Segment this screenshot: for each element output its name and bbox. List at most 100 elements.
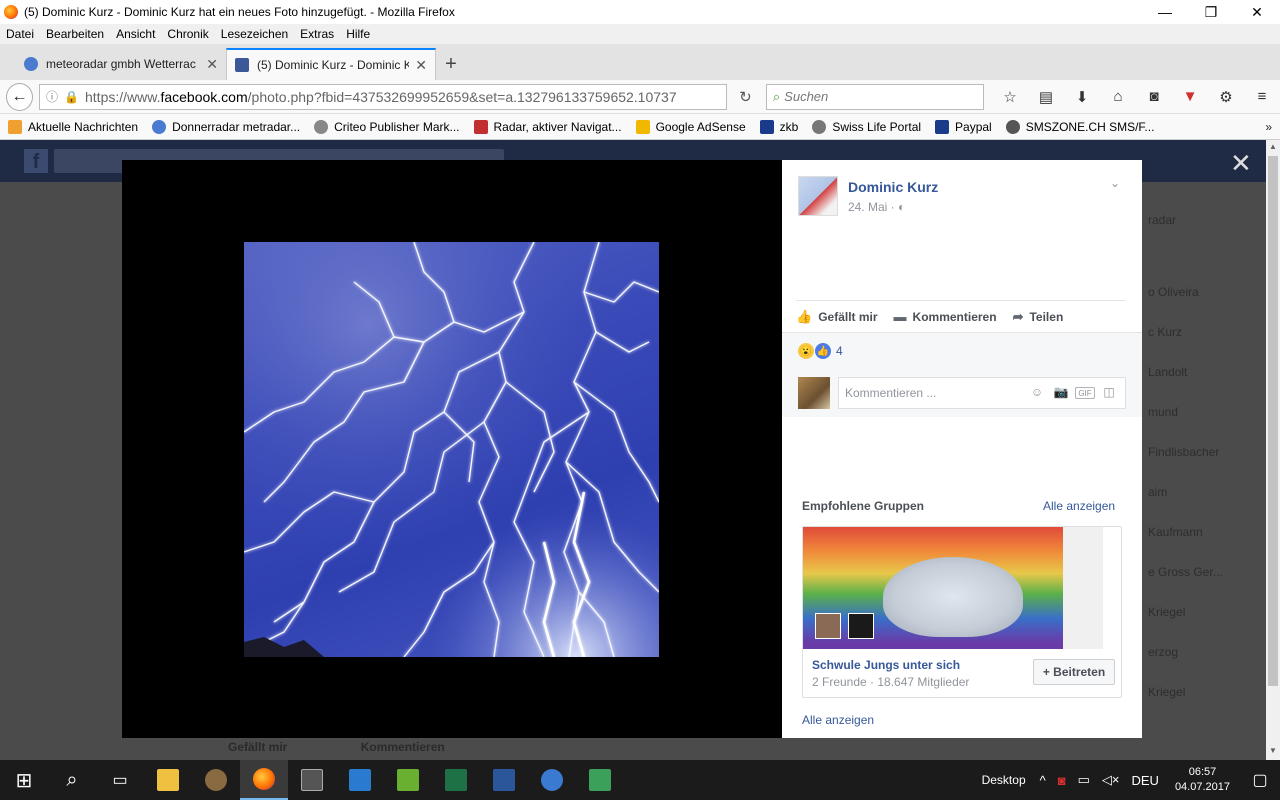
scroll-up-icon[interactable]: ▲ xyxy=(1266,140,1280,154)
bookmark-item[interactable]: zkb xyxy=(759,119,798,134)
menu-extras[interactable]: Extras xyxy=(300,27,334,41)
firefox-taskbar-icon[interactable] xyxy=(240,760,288,800)
maximize-button[interactable]: ❐ xyxy=(1188,0,1234,24)
clock[interactable]: 06:57 04.07.2017 xyxy=(1175,765,1230,795)
comment-input[interactable]: Kommentieren ... ☺ 📷 GIF ◫ xyxy=(838,377,1126,409)
post-options-chevron-icon[interactable]: ⌄ xyxy=(1110,176,1120,190)
reaction-count[interactable]: 4 xyxy=(836,344,843,358)
menu-datei[interactable]: Datei xyxy=(6,27,34,41)
chat-contact[interactable]: c Kurz xyxy=(1142,312,1266,352)
bookmark-item[interactable]: Criteo Publisher Mark... xyxy=(314,119,460,134)
scrollbar-thumb[interactable] xyxy=(1268,156,1278,686)
minimize-button[interactable]: — xyxy=(1142,0,1188,24)
tab-close-icon[interactable]: ✕ xyxy=(415,57,427,74)
download-icon[interactable]: ⬇ xyxy=(1064,84,1100,110)
close-window-button[interactable]: ✕ xyxy=(1234,0,1280,24)
shield-icon[interactable]: ▼ xyxy=(1172,84,1208,110)
excel-icon[interactable] xyxy=(432,760,480,800)
tab-facebook[interactable]: (5) Dominic Kurz - Dominic K ✕ xyxy=(226,48,436,80)
reading-list-icon[interactable]: ▤ xyxy=(1028,84,1064,110)
camera-icon[interactable]: 📷 xyxy=(1051,385,1071,401)
home-icon[interactable]: ⌂ xyxy=(1100,84,1136,110)
bookmark-item[interactable]: Donnerradar metradar... xyxy=(152,119,300,134)
chat-contact[interactable]: Kaufmann xyxy=(1142,512,1266,552)
bookmark-star-icon[interactable]: ☆ xyxy=(992,84,1028,110)
facebook-logo-icon[interactable]: f xyxy=(24,149,48,173)
search-taskbar-icon[interactable]: ⌕ xyxy=(48,760,96,800)
chat-contact[interactable]: aim xyxy=(1142,472,1266,512)
reaction-summary[interactable]: 😮 👍 4 xyxy=(798,343,843,359)
url-bar[interactable]: ⓘ 🔒 https://www.facebook.com/photo.php?f… xyxy=(39,83,727,110)
extension-icon[interactable]: ⚙ xyxy=(1208,84,1244,110)
group-name[interactable]: Schwule Jungs unter sich xyxy=(812,658,960,672)
chat-contact[interactable]: radar xyxy=(1142,200,1266,240)
hamburger-menu-icon[interactable]: ≡ xyxy=(1244,84,1280,110)
sticker-icon[interactable]: ◫ xyxy=(1099,385,1119,401)
acrobat-tray-icon[interactable]: ◙ xyxy=(1058,773,1066,788)
gif-icon[interactable]: GIF xyxy=(1075,387,1095,399)
app-icon[interactable] xyxy=(384,760,432,800)
author-avatar[interactable] xyxy=(798,176,838,216)
app-icon[interactable] xyxy=(336,760,384,800)
scroll-down-icon[interactable]: ▼ xyxy=(1266,744,1280,758)
tab-meteoradar[interactable]: meteoradar gmbh Wetterrac ✕ xyxy=(16,48,226,80)
notification-center-icon[interactable]: ▢ xyxy=(1240,770,1280,790)
word-icon[interactable] xyxy=(480,760,528,800)
chat-contact[interactable]: Kriegel xyxy=(1142,592,1266,632)
lightning-photo[interactable] xyxy=(244,242,659,657)
chat-contact[interactable]: o Oliveira xyxy=(1142,272,1266,312)
start-button[interactable]: ⊞ xyxy=(0,760,48,800)
bookmarks-more-icon[interactable]: » xyxy=(1265,120,1272,134)
chat-contact[interactable]: Findlisbacher xyxy=(1142,432,1266,472)
task-view-icon[interactable]: ▭ xyxy=(96,760,144,800)
network-icon[interactable]: ▭ xyxy=(1078,772,1090,788)
volume-icon[interactable]: ◁× xyxy=(1102,772,1120,788)
tray-overflow-icon[interactable]: ^ xyxy=(1040,773,1046,788)
reload-button[interactable]: ↻ xyxy=(731,84,760,110)
menu-chronik[interactable]: Chronik xyxy=(167,27,208,41)
app-icon[interactable] xyxy=(528,760,576,800)
bookmark-item[interactable]: Swiss Life Portal xyxy=(812,119,921,134)
chat-contact[interactable]: Kriegel xyxy=(1142,672,1266,712)
see-all-groups-link[interactable]: Alle anzeigen xyxy=(1043,499,1115,513)
join-group-button[interactable]: + Beitreten xyxy=(1033,659,1115,685)
language-indicator[interactable]: DEU xyxy=(1131,773,1158,788)
close-overlay-icon[interactable]: ✕ xyxy=(1230,148,1252,179)
file-explorer-icon[interactable] xyxy=(144,760,192,800)
menu-bearbeiten[interactable]: Bearbeiten xyxy=(46,27,104,41)
menu-hilfe[interactable]: Hilfe xyxy=(346,27,370,41)
back-button[interactable]: ← xyxy=(6,82,34,111)
audience-globe-icon[interactable]: ◐ xyxy=(898,200,905,214)
site-info-icon[interactable]: ⓘ xyxy=(46,88,58,105)
tab-close-icon[interactable]: ✕ xyxy=(206,56,218,73)
page-scrollbar[interactable]: ▲ ▼ xyxy=(1266,140,1280,760)
comment-button[interactable]: ▬ Kommentieren xyxy=(894,309,997,324)
bookmark-item[interactable]: SMSZONE.CH SMS/F... xyxy=(1005,119,1154,134)
menu-ansicht[interactable]: Ansicht xyxy=(116,27,155,41)
app-icon[interactable] xyxy=(288,760,336,800)
pocket-icon[interactable]: ◙ xyxy=(1136,84,1172,110)
author-name[interactable]: Dominic Kurz xyxy=(848,179,938,195)
menu-lesezeichen[interactable]: Lesezeichen xyxy=(221,27,288,41)
search-placeholder: Suchen xyxy=(784,89,829,104)
bookmark-item[interactable]: Aktuelle Nachrichten xyxy=(8,119,138,134)
desktop-toolbar[interactable]: Desktop xyxy=(982,773,1026,787)
share-button[interactable]: ➦ Teilen xyxy=(1013,309,1064,325)
bookmark-item[interactable]: Radar, aktiver Navigat... xyxy=(473,119,622,134)
share-icon: ➦ xyxy=(1012,308,1024,324)
chat-contact[interactable]: erzog xyxy=(1142,632,1266,672)
url-text[interactable]: https://www.facebook.com/photo.php?fbid=… xyxy=(85,89,720,105)
chat-contact[interactable]: Landolt xyxy=(1142,352,1266,392)
see-all-link[interactable]: Alle anzeigen xyxy=(802,713,874,727)
like-button[interactable]: 👍 Gefällt mir xyxy=(796,309,878,325)
group-cover-image[interactable] xyxy=(803,527,1103,649)
new-tab-button[interactable]: + xyxy=(436,48,466,80)
emoji-icon[interactable]: ☺ xyxy=(1027,385,1047,401)
app-icon[interactable] xyxy=(192,760,240,800)
app-icon[interactable] xyxy=(576,760,624,800)
bookmark-item[interactable]: Paypal xyxy=(935,119,992,134)
search-input[interactable]: ⌕ Suchen xyxy=(765,83,984,110)
bookmark-item[interactable]: Google AdSense xyxy=(635,119,746,134)
chat-contact[interactable]: e Gross Ger... xyxy=(1142,552,1266,592)
chat-contact[interactable]: mund xyxy=(1142,392,1266,432)
